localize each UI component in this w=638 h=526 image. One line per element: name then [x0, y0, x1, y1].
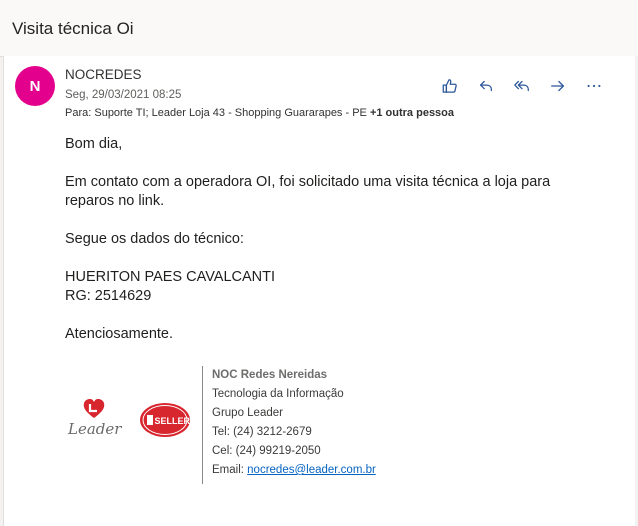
recipients-line: Para: Suporte TI; Leader Loja 43 - Shopp…: [65, 107, 454, 119]
forward-icon: [551, 80, 565, 92]
closing: Atenciosamente.: [65, 326, 174, 342]
like-icon: [442, 79, 457, 93]
signature-email-link[interactable]: nocredes@leader.com.br: [247, 464, 376, 476]
technician-name: HUERITON PAES CAVALCANTI: [65, 269, 276, 285]
more-recipients[interactable]: +1 outra pessoa: [370, 107, 454, 119]
technician-rg: RG: 2514629: [65, 288, 152, 304]
seller-logo-text: SELLER: [155, 416, 191, 426]
message-date: Seg, 29/03/2021 08:25: [65, 89, 182, 101]
email-label: Email:: [212, 464, 248, 476]
signature-line: Tecnologia da Informação: [212, 388, 344, 400]
signature-title: NOC Redes Nereidas: [212, 369, 328, 381]
body-paragraph: Em contato com a operadora OI, foi solic…: [65, 174, 551, 209]
to-label: Para:: [65, 107, 92, 119]
message-body: Bom dia, Em contato com a operadora OI, …: [65, 135, 585, 363]
signature-text: NOC Redes Nereidas Tecnologia da Informa…: [212, 366, 376, 480]
sender-name[interactable]: NOCREDES: [65, 67, 142, 82]
signature-divider: [202, 366, 203, 484]
more-actions-button[interactable]: [576, 74, 612, 98]
like-button[interactable]: [432, 74, 468, 98]
email-subject: Visita técnica Oi: [12, 19, 134, 38]
reply-button[interactable]: [468, 74, 504, 98]
leader-logo: Leader: [67, 399, 122, 438]
reply-icon: [479, 80, 493, 92]
forward-button[interactable]: [540, 74, 576, 98]
technician-details: HUERITON PAES CAVALCANTI RG: 2514629: [65, 268, 585, 306]
sender-avatar[interactable]: N: [15, 66, 55, 106]
message-card: N NOCREDES Seg, 29/03/2021 08:25 Para: S…: [3, 56, 637, 526]
greeting: Bom dia,: [65, 136, 123, 152]
reply-all-icon: [514, 80, 529, 92]
signature-cel: Cel: (24) 99219-2050: [212, 445, 321, 457]
signature-email-line: Email: nocredes@leader.com.br: [212, 461, 376, 480]
message-actions: [432, 74, 612, 98]
email-signature: Leader SELLER NOC Redes Nereidas Tecnolo…: [64, 366, 484, 486]
to-recipients[interactable]: Suporte TI; Leader Loja 43 - Shopping Gu…: [94, 107, 367, 119]
seller-logo: SELLER: [140, 403, 191, 437]
svg-text:Leader: Leader: [67, 420, 122, 438]
signature-tel: Tel: (24) 3212-2679: [212, 426, 312, 438]
reply-all-button[interactable]: [504, 74, 540, 98]
signature-line: Grupo Leader: [212, 407, 283, 419]
body-paragraph: Segue os dados do técnico:: [65, 231, 244, 247]
more-icon: [587, 84, 601, 88]
subject-bar: Visita técnica Oi: [0, 0, 638, 57]
